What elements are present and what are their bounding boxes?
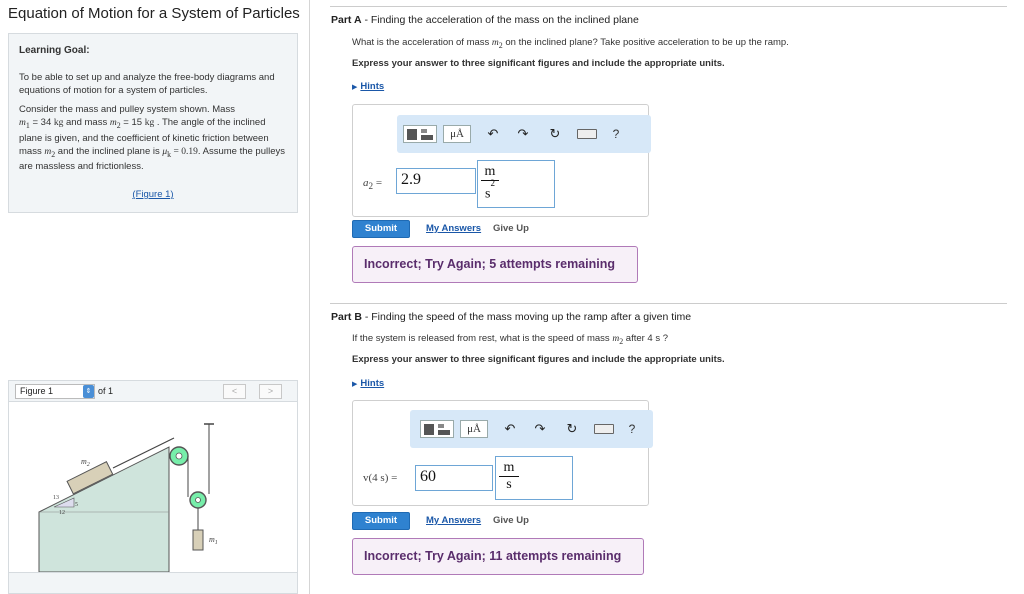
reset-icon[interactable]: ↻ bbox=[547, 125, 563, 143]
undo-arrow-icon[interactable]: ↶ bbox=[485, 125, 501, 143]
part-a-heading: Part A - Finding the acceleration of the… bbox=[331, 14, 639, 26]
keyboard-icon[interactable] bbox=[577, 129, 597, 139]
pulley-system-diagram: m2 m1 13 5 12 bbox=[38, 423, 218, 573]
figure-toolbar: Figure 1 ⇕ of 1 < > bbox=[8, 380, 298, 402]
part-a-value-input[interactable]: 2.9 bbox=[396, 168, 476, 194]
redo-arrow-icon[interactable]: ↷ bbox=[515, 125, 531, 143]
triangle-right-icon: ▶ bbox=[352, 381, 358, 388]
problem-statement: Consider the mass and pulley system show… bbox=[19, 104, 285, 173]
part-b-divider bbox=[330, 303, 1007, 304]
learning-goal-text: To be able to set up and analyze the fre… bbox=[19, 71, 275, 96]
learning-goal-title: Learning Goal: bbox=[19, 45, 90, 56]
keyboard-icon[interactable] bbox=[594, 424, 614, 434]
part-b-heading: Part B - Finding the speed of the mass m… bbox=[331, 311, 692, 323]
figure-count: of 1 bbox=[98, 386, 114, 396]
template-icon[interactable] bbox=[403, 125, 437, 143]
part-b-give-up-button[interactable]: Give Up bbox=[493, 515, 529, 526]
part-a-feedback: Incorrect; Try Again; 5 attempts remaini… bbox=[352, 246, 638, 283]
part-b-answer-box: μÅ ↶ ↷ ↻ ? v(4 s) = 60 m s bbox=[352, 400, 653, 506]
part-a-unit-fraction: m s2 bbox=[481, 164, 499, 203]
figure-select[interactable]: Figure 1 ⇕ bbox=[15, 384, 95, 399]
help-button[interactable]: ? bbox=[626, 420, 638, 438]
redo-arrow-icon[interactable]: ↷ bbox=[532, 420, 548, 438]
template-icon[interactable] bbox=[420, 420, 454, 438]
figure-link[interactable]: (Figure 1) bbox=[9, 189, 297, 202]
part-b-submit-button[interactable]: Submit bbox=[352, 512, 410, 530]
figure-footer bbox=[8, 572, 298, 594]
help-button[interactable]: ? bbox=[610, 125, 622, 143]
part-b-question: If the system is released from rest, wha… bbox=[352, 333, 669, 346]
figure-image: m2 m1 13 5 12 bbox=[8, 402, 298, 573]
part-b-variable-label: v(4 s) = bbox=[363, 472, 398, 484]
page-title: Equation of Motion for a System of Parti… bbox=[8, 5, 300, 22]
units-button[interactable]: μÅ bbox=[443, 125, 471, 143]
select-chevron-icon: ⇕ bbox=[83, 385, 94, 398]
part-b-instruction: Express your answer to three significant… bbox=[352, 354, 725, 365]
part-a-variable-label: a2 = bbox=[363, 177, 383, 192]
reset-icon[interactable]: ↻ bbox=[564, 420, 580, 438]
part-a-give-up-button[interactable]: Give Up bbox=[493, 223, 529, 234]
part-b-unit-fraction: m s bbox=[499, 460, 519, 493]
part-a-math-toolbar: μÅ ↶ ↷ ↻ ? bbox=[397, 115, 651, 153]
part-a-instruction: Express your answer to three significant… bbox=[352, 58, 725, 69]
figure-next-button[interactable]: > bbox=[259, 384, 282, 399]
label-m1: m1 bbox=[209, 535, 218, 546]
label-13: 13 bbox=[53, 495, 59, 501]
part-a-divider bbox=[330, 6, 1007, 7]
undo-arrow-icon[interactable]: ↶ bbox=[502, 420, 518, 438]
part-b-math-toolbar: μÅ ↶ ↷ ↻ ? bbox=[410, 410, 653, 448]
triangle-right-icon: ▶ bbox=[352, 84, 358, 91]
part-b-hints-link[interactable]: ▶ Hints bbox=[352, 378, 384, 389]
part-a-submit-button[interactable]: Submit bbox=[352, 220, 410, 238]
label-5: 5 bbox=[75, 502, 78, 508]
chevron-left-icon: < bbox=[231, 386, 238, 396]
part-a-unit-input[interactable]: m s2 bbox=[477, 160, 555, 208]
label-12: 12 bbox=[59, 510, 65, 516]
part-b-value-input[interactable]: 60 bbox=[415, 465, 493, 491]
part-b-unit-input[interactable]: m s bbox=[495, 456, 573, 500]
left-panel: Equation of Motion for a System of Parti… bbox=[0, 0, 310, 594]
part-b-feedback: Incorrect; Try Again; 11 attempts remain… bbox=[352, 538, 644, 575]
part-a-question: What is the acceleration of mass m2 on t… bbox=[352, 37, 789, 50]
part-a-hints-link[interactable]: ▶ Hints bbox=[352, 81, 384, 92]
learning-goal-panel: Learning Goal: To be able to set up and … bbox=[8, 33, 298, 213]
figure-prev-button[interactable]: < bbox=[223, 384, 246, 399]
part-a-my-answers-link[interactable]: My Answers bbox=[426, 223, 481, 234]
block-m1 bbox=[192, 529, 204, 551]
part-b-my-answers-link[interactable]: My Answers bbox=[426, 515, 481, 526]
label-m2: m2 bbox=[81, 457, 90, 468]
units-button[interactable]: μÅ bbox=[460, 420, 488, 438]
part-a-answer-box: μÅ ↶ ↷ ↻ ? a2 = 2.9 m s2 bbox=[352, 104, 651, 217]
chevron-right-icon: > bbox=[267, 386, 274, 396]
